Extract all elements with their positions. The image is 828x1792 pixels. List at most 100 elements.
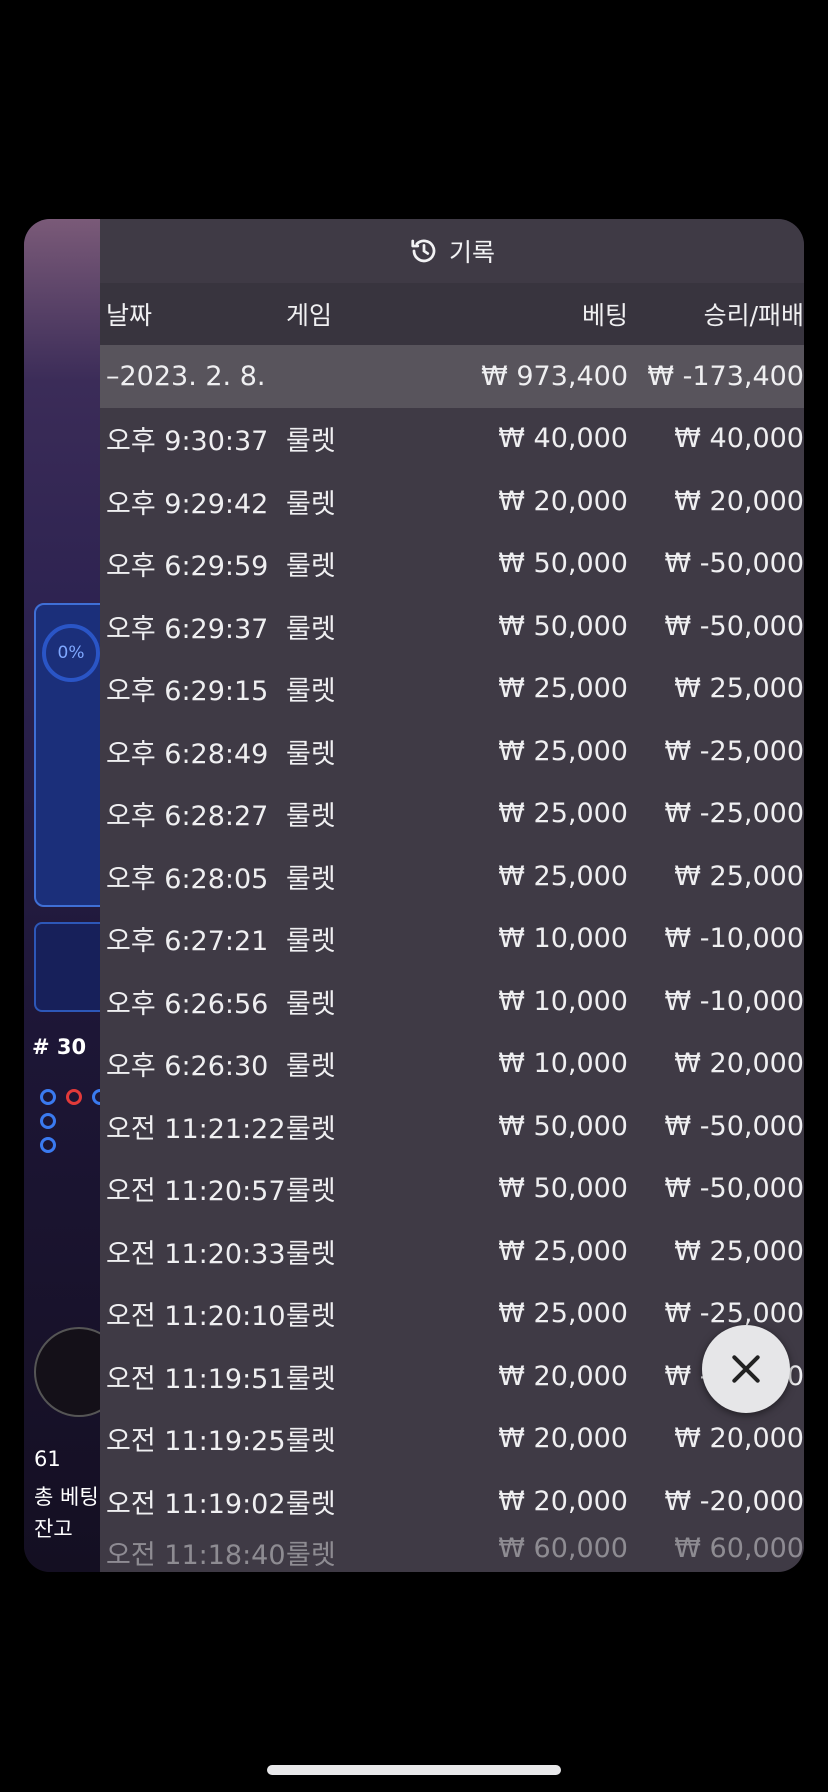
row-game: 룰렛: [286, 1176, 336, 1208]
row-game: 룰렛: [286, 551, 336, 583]
row-time: 오후 6:26:56: [106, 988, 269, 1020]
row-game: 룰렛: [286, 676, 336, 708]
row-time: 오후 6:26:30: [106, 1051, 269, 1083]
row-result: ₩ 20,000: [674, 1048, 804, 1080]
row-result: ₩ -50,000: [664, 1110, 805, 1142]
row-result: ₩ -50,000: [664, 548, 805, 580]
row-game: 룰렛: [286, 1051, 336, 1083]
history-row[interactable]: 오후 9:29:42 룰렛 ₩ 20,000 ₩ 20,000: [100, 470, 804, 533]
row-bet: ₩ 10,000: [498, 1048, 628, 1080]
column-date: 날짜: [106, 301, 153, 330]
row-game: 룰렛: [286, 488, 336, 520]
progress-ring: 0%: [42, 624, 100, 682]
row-time: 오후 6:28:49: [106, 738, 269, 770]
history-row[interactable]: 오전 11:19:02 룰렛 ₩ 20,000 ₩ -20,000: [100, 1470, 804, 1533]
history-row[interactable]: 오후 6:29:15 룰렛 ₩ 25,000 ₩ 25,000: [100, 658, 804, 721]
date-group-bet: ₩ 973,400: [481, 360, 628, 392]
history-row[interactable]: 오후 6:28:27 룰렛 ₩ 25,000 ₩ -25,000: [100, 783, 804, 846]
row-game: 룰렛: [286, 801, 336, 833]
column-bet: 베팅: [581, 301, 628, 330]
row-result: ₩ -25,000: [664, 798, 805, 830]
column-headers: 날짜 게임 베팅 승리/패배: [100, 283, 804, 345]
history-icon: [411, 239, 436, 263]
history-row[interactable]: 오후 6:26:56 룰렛 ₩ 10,000 ₩ -10,000: [100, 970, 804, 1033]
row-time: 오후 9:29:42: [106, 488, 269, 520]
row-bet: ₩ 50,000: [498, 610, 628, 642]
row-bet: ₩ 20,000: [498, 1423, 628, 1455]
row-game: 룰렛: [286, 613, 336, 645]
row-result: ₩ -25,000: [664, 735, 805, 767]
row-result: ₩ -10,000: [664, 985, 805, 1017]
row-result: ₩ -25,000: [664, 1298, 805, 1330]
row-result: ₩ -50,000: [664, 1173, 805, 1205]
history-row[interactable]: 오후 6:27:21 룰렛 ₩ 10,000 ₩ -10,000: [100, 908, 804, 971]
row-game: 룰렛: [286, 1488, 336, 1520]
close-button[interactable]: [702, 1325, 790, 1413]
row-time: 오전 11:19:25: [106, 1426, 286, 1458]
row-result: ₩ -20,000: [664, 1485, 805, 1517]
history-row[interactable]: 오전 11:20:33 룰렛 ₩ 25,000 ₩ 25,000: [100, 1220, 804, 1283]
row-time: 오전 11:20:10: [106, 1301, 286, 1333]
row-game: 룰렛: [286, 1539, 336, 1571]
balance-label: 잔고: [34, 1517, 73, 1541]
history-row[interactable]: 오전 11:20:57 룰렛 ₩ 50,000 ₩ -50,000: [100, 1158, 804, 1221]
row-result: ₩ 25,000: [674, 1235, 804, 1267]
row-result: ₩ 20,000: [674, 1423, 804, 1455]
history-dot: [40, 1137, 56, 1153]
history-row[interactable]: 오후 6:26:30 룰렛 ₩ 10,000 ₩ 20,000: [100, 1033, 804, 1096]
history-row[interactable]: 오전 11:21:22 룰렛 ₩ 50,000 ₩ -50,000: [100, 1095, 804, 1158]
row-time: 오전 11:20:33: [106, 1238, 286, 1270]
history-row[interactable]: 오후 9:30:37 룰렛 ₩ 40,000 ₩ 40,000: [100, 408, 804, 471]
row-result: ₩ 60,000: [674, 1532, 804, 1564]
history-header: 기록: [100, 219, 804, 283]
game-frame: 0% # 30 61 총 베팅 잔고 기록 날짜 게임 베팅 승리/패배 –20…: [24, 219, 804, 1572]
round-number: # 30: [32, 1035, 87, 1059]
row-game: 룰렛: [286, 926, 336, 958]
history-row[interactable]: 오전 11:20:10 룰렛 ₩ 25,000 ₩ -25,000: [100, 1283, 804, 1346]
row-time: 오전 11:20:57: [106, 1176, 286, 1208]
row-game: 룰렛: [286, 863, 336, 895]
date-group-result: ₩ -173,400: [647, 360, 804, 392]
row-time: 오후 6:29:37: [106, 613, 269, 645]
row-time: 오후 9:30:37: [106, 426, 269, 458]
row-bet: ₩ 50,000: [498, 548, 628, 580]
row-game: 룰렛: [286, 1113, 336, 1145]
history-row[interactable]: 오후 6:28:49 룰렛 ₩ 25,000 ₩ -25,000: [100, 720, 804, 783]
row-bet: ₩ 25,000: [498, 1298, 628, 1330]
row-time: 오후 6:28:05: [106, 863, 269, 895]
row-bet: ₩ 40,000: [498, 423, 628, 455]
row-time: 오전 11:19:02: [106, 1488, 286, 1520]
row-bet: ₩ 10,000: [498, 985, 628, 1017]
row-time: 오후 6:27:21: [106, 926, 269, 958]
history-row[interactable]: 오후 6:29:59 룰렛 ₩ 50,000 ₩ -50,000: [100, 533, 804, 596]
row-result: ₩ -10,000: [664, 923, 805, 955]
history-title: 기록: [448, 238, 495, 267]
history-dot: [40, 1113, 56, 1129]
history-panel: 기록 날짜 게임 베팅 승리/패배 –2023. 2. 8. ₩ 973,400…: [100, 219, 804, 1572]
home-indicator[interactable]: [267, 1765, 561, 1775]
history-row[interactable]: 오전 11:18:40 룰렛 ₩ 60,000 ₩ 60,000: [100, 1533, 804, 1573]
row-bet: ₩ 50,000: [498, 1173, 628, 1205]
history-row[interactable]: 오후 6:29:37 룰렛 ₩ 50,000 ₩ -50,000: [100, 595, 804, 658]
history-row[interactable]: 오후 6:28:05 룰렛 ₩ 25,000 ₩ 25,000: [100, 845, 804, 908]
row-time: 오전 11:18:40: [106, 1539, 286, 1571]
row-result: ₩ 20,000: [674, 485, 804, 517]
date-group-date: –2023. 2. 8.: [106, 360, 266, 392]
row-time: 오후 6:29:59: [106, 551, 269, 583]
column-game: 게임: [286, 301, 333, 330]
row-bet: ₩ 10,000: [498, 923, 628, 955]
date-group-row[interactable]: –2023. 2. 8. ₩ 973,400 ₩ -173,400: [100, 345, 804, 408]
close-icon: [732, 1355, 760, 1383]
history-list: 오후 9:30:37 룰렛 ₩ 40,000 ₩ 40,000 오후 9:29:42 룰렛…: [100, 408, 804, 1573]
row-bet: ₩ 20,000: [498, 1485, 628, 1517]
row-result: ₩ 40,000: [674, 423, 804, 455]
row-result: ₩ 25,000: [674, 860, 804, 892]
history-row[interactable]: 오전 11:19:51룰렛₩ 20,000₩ -20,000: [100, 1345, 804, 1408]
history-dot: [66, 1089, 82, 1105]
row-bet: ₩ 25,000: [498, 735, 628, 767]
history-row[interactable]: 오전 11:19:25 룰렛 ₩ 20,000 ₩ 20,000: [100, 1408, 804, 1471]
row-time: 오후 6:28:27: [106, 801, 269, 833]
game-background-strip: 0% # 30 61 총 베팅 잔고: [24, 219, 124, 1572]
total-bet-label: 총 베팅: [34, 1485, 99, 1509]
row-game: 룰렛: [286, 1426, 336, 1458]
